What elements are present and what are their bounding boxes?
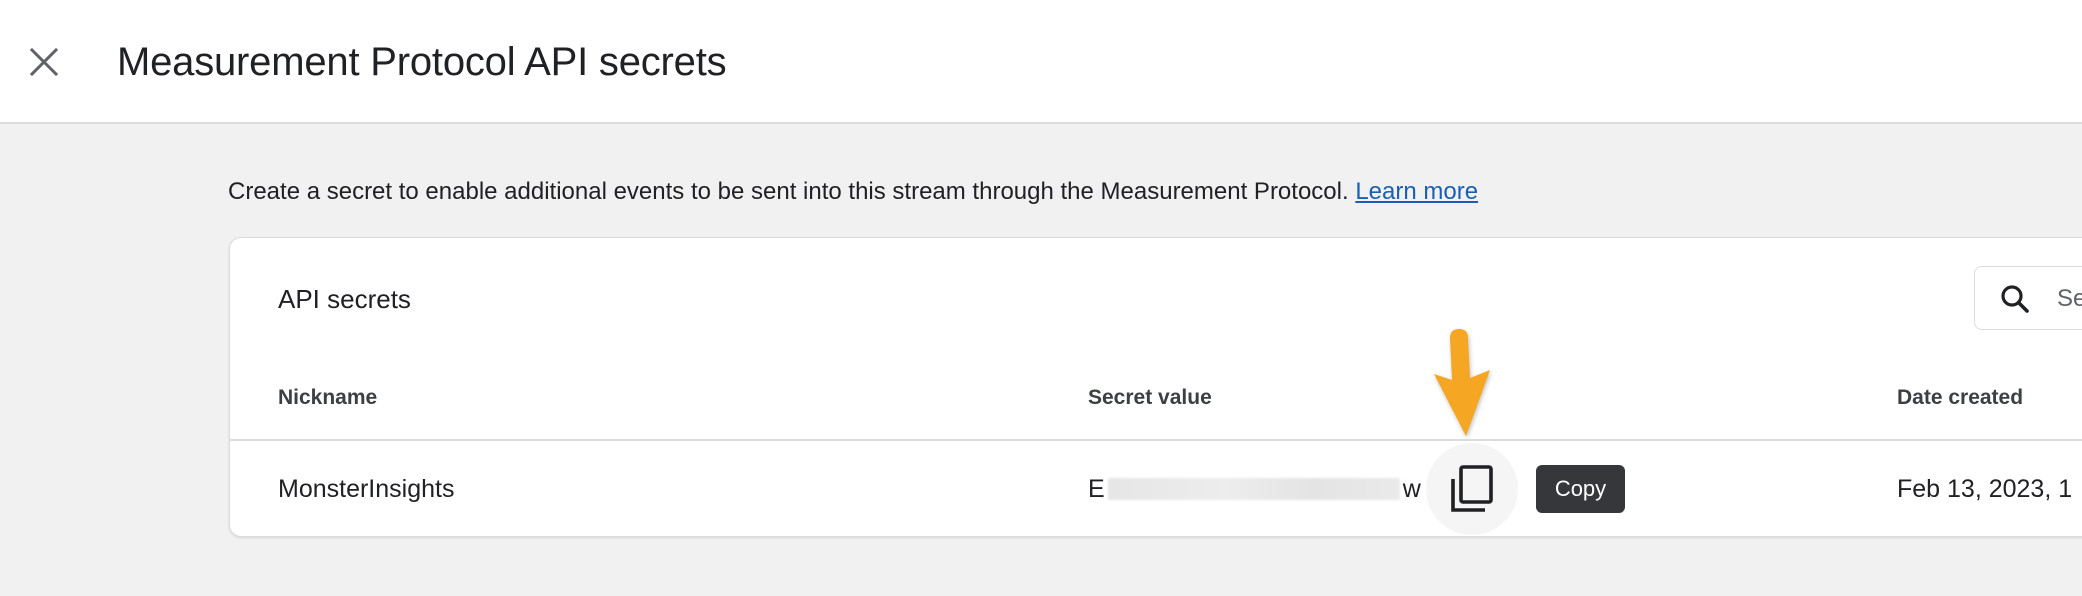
redacted-secret (1107, 478, 1400, 500)
secret-prefix: E (1088, 475, 1105, 503)
search-box[interactable] (1974, 266, 2082, 330)
description: Create a secret to enable additional eve… (228, 176, 1478, 208)
secret-value-cell: E w (1088, 472, 1421, 506)
api-secrets-card: API secrets Nickname Secret value Date c… (229, 237, 2082, 537)
secret-suffix: w (1402, 475, 1421, 503)
date-created-cell: Feb 13, 2023, 1 (1897, 475, 2073, 503)
search-input[interactable] (2057, 279, 2082, 319)
description-text: Create a secret to enable additional eve… (228, 178, 1356, 205)
nickname-cell: MonsterInsights (278, 475, 455, 503)
learn-more-link[interactable]: Learn more (1355, 178, 1478, 205)
page-title: Measurement Protocol API secrets (117, 40, 727, 84)
copy-icon (1451, 465, 1493, 512)
close-icon (29, 47, 59, 77)
card-title: API secrets (278, 284, 411, 314)
copy-tooltip: Copy (1536, 465, 1625, 513)
copy-button[interactable] (1426, 443, 1518, 535)
column-header-nickname[interactable]: Nickname (278, 384, 377, 412)
close-button[interactable] (22, 40, 66, 84)
column-header-secret-value[interactable]: Secret value (1088, 384, 1212, 412)
page-header: Measurement Protocol API secrets (0, 0, 2082, 124)
search-icon (2001, 285, 2029, 313)
column-header-date-created[interactable]: Date created (1897, 384, 2023, 412)
header-divider (230, 439, 2082, 441)
annotation-arrow-icon (1434, 329, 1490, 436)
